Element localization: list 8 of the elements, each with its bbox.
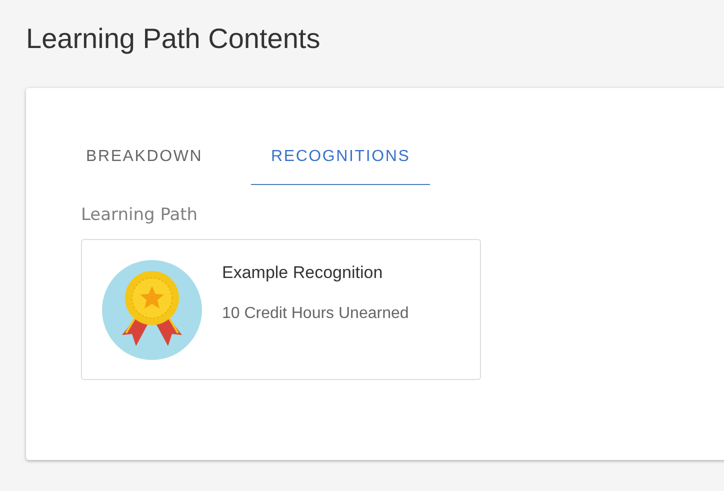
recognition-title: Example Recognition <box>222 263 384 283</box>
tab[interactable]: RECOGNITIONS <box>251 140 430 185</box>
page-title: Learning Path Contents <box>26 22 322 56</box>
award-badge-icon <box>102 260 202 360</box>
recognition-card[interactable]: Example Recognition 10 Credit Hours Unearned <box>81 239 481 380</box>
section-heading: Learning Path <box>81 205 199 225</box>
recognition-status: 10 Credit Hours Unearned <box>222 305 409 323</box>
tab[interactable]: BREAKDOWN <box>81 140 251 185</box>
